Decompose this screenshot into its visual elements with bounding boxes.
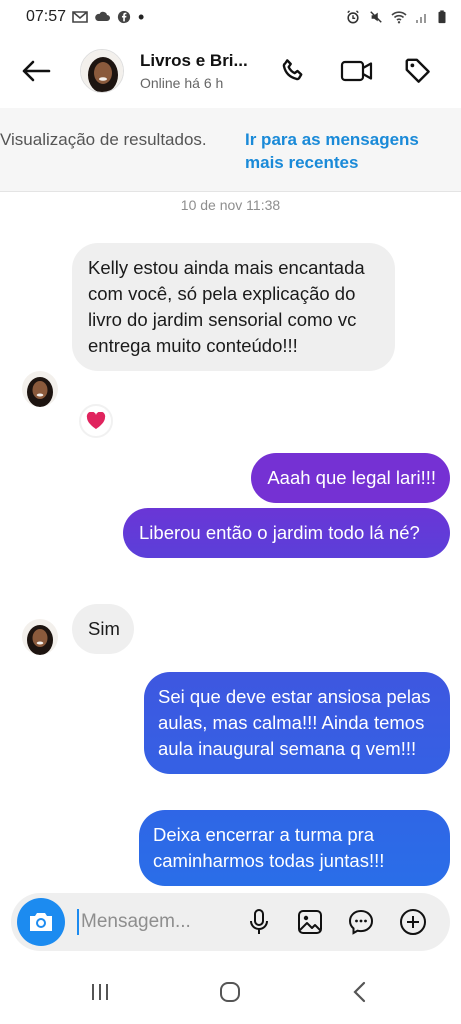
banner-text: Visualização de resultados. [0, 130, 207, 149]
more-options-button[interactable] [395, 904, 431, 940]
sender-avatar[interactable] [22, 371, 58, 407]
signal-icon [416, 14, 426, 23]
tag-icon [405, 58, 430, 83]
home-icon [220, 982, 240, 1002]
back-nav-button[interactable] [338, 974, 382, 1010]
message-bubble-icon [348, 909, 374, 935]
sticker-button[interactable] [343, 904, 379, 940]
avatar-photo-icon [81, 50, 123, 92]
message-composer [11, 893, 450, 951]
recent-apps-button[interactable] [78, 974, 122, 1010]
facebook-icon [117, 10, 131, 24]
message-bubble-incoming[interactable]: Kelly estou ainda mais encantada com voc… [72, 243, 395, 371]
chat-header: Livros e Bri... Online há 6 h [0, 36, 461, 106]
status-bar: 07:57 • [0, 0, 461, 34]
image-icon [298, 910, 322, 934]
home-button[interactable] [208, 974, 252, 1010]
avatar-photo-icon [22, 371, 58, 407]
message-text: Sei que deve estar ansiosa pelas aulas, … [158, 686, 431, 759]
message-text: Aaah que legal lari!!! [267, 467, 436, 488]
back-button[interactable] [14, 49, 58, 93]
cloud-icon [95, 11, 111, 21]
contact-name: Livros e Bri... [140, 51, 248, 70]
status-time: 07:57 [26, 8, 67, 25]
message-timestamp: 10 de nov 11:38 [180, 197, 281, 213]
arrow-left-icon [22, 60, 51, 82]
voice-call-button[interactable] [274, 51, 314, 91]
alarm-icon [347, 10, 359, 24]
video-call-button[interactable] [337, 51, 377, 91]
tag-button[interactable] [398, 51, 438, 91]
contact-info[interactable]: Livros e Bri... Online há 6 h [140, 51, 250, 91]
message-bubble-incoming[interactable]: Sim [72, 604, 134, 654]
avatar-photo-icon [22, 619, 58, 655]
camera-button[interactable] [17, 898, 65, 946]
mute-icon [370, 11, 382, 23]
message-text: Liberou então o jardim todo lá né? [139, 522, 420, 543]
chevron-left-icon [353, 981, 366, 1003]
notification-dot-icon: • [138, 7, 145, 27]
gmail-icon [72, 11, 88, 23]
message-bubble-outgoing[interactable]: Aaah que legal lari!!! [251, 453, 450, 503]
battery-icon [438, 10, 446, 24]
message-bubble-outgoing[interactable]: Sei que deve estar ansiosa pelas aulas, … [144, 672, 450, 774]
camera-icon [30, 913, 52, 931]
recent-apps-icon [92, 984, 108, 1000]
video-camera-icon [340, 60, 373, 82]
message-bubble-outgoing[interactable]: Liberou então o jardim todo lá né? [123, 508, 450, 558]
jump-to-recent-link[interactable]: Ir para as mensagens mais recentes [245, 128, 450, 174]
heart-icon [86, 412, 106, 429]
message-text: Sim [88, 618, 120, 639]
message-bubble-outgoing[interactable]: Deixa encerrar a turma pra caminharmos t… [139, 810, 450, 886]
system-navigation-bar [0, 960, 461, 1024]
plus-circle-icon [400, 909, 426, 935]
reaction-badge[interactable] [79, 404, 113, 438]
gallery-button[interactable] [292, 904, 328, 940]
contact-avatar[interactable] [80, 49, 124, 93]
message-input[interactable] [77, 909, 227, 935]
sender-avatar[interactable] [22, 619, 58, 655]
microphone-icon [250, 909, 268, 934]
wifi-icon [391, 11, 407, 24]
search-results-banner: Visualização de resultados. Ir para as m… [0, 108, 461, 192]
phone-icon [282, 59, 303, 81]
message-text: Kelly estou ainda mais encantada com voc… [88, 257, 365, 356]
microphone-button[interactable] [241, 904, 277, 940]
contact-status: Online há 6 h [140, 75, 224, 91]
message-text: Deixa encerrar a turma pra caminharmos t… [153, 824, 385, 871]
